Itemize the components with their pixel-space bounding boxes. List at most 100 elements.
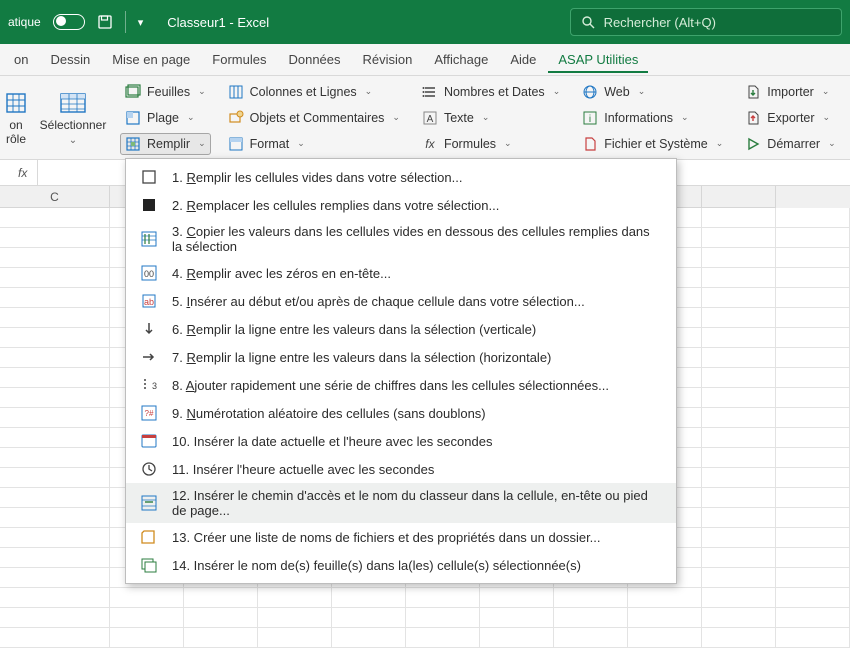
cell[interactable] (776, 288, 850, 308)
cell[interactable] (0, 488, 110, 508)
menu-item-7[interactable]: 7. Remplir la ligne entre les valeurs da… (126, 343, 676, 371)
tab-3[interactable]: Formules (202, 46, 276, 73)
cell[interactable] (776, 548, 850, 568)
cell[interactable] (702, 428, 776, 448)
cell[interactable] (110, 608, 184, 628)
ribbon-colonnes[interactable]: Colonnes et Lignes⌄ (223, 81, 405, 103)
cell[interactable] (702, 508, 776, 528)
cell[interactable] (776, 528, 850, 548)
ribbon-format[interactable]: Format⌄ (223, 133, 405, 155)
cell[interactable] (0, 208, 110, 228)
cell[interactable] (628, 588, 702, 608)
cell[interactable] (0, 348, 110, 368)
menu-item-9[interactable]: ?#9. Numérotation aléatoire des cellules… (126, 399, 676, 427)
cell[interactable] (258, 628, 332, 648)
cell[interactable] (702, 448, 776, 468)
menu-item-8[interactable]: 38. Ajouter rapidement une série de chif… (126, 371, 676, 399)
cell[interactable] (702, 268, 776, 288)
ribbon-objets[interactable]: Objets et Commentaires⌄ (223, 107, 405, 129)
cell[interactable] (702, 548, 776, 568)
cell[interactable] (0, 588, 110, 608)
cell[interactable] (554, 628, 628, 648)
menu-item-4[interactable]: 004. Remplir avec les zéros en en-tête..… (126, 259, 676, 287)
cell[interactable] (776, 468, 850, 488)
cell[interactable] (554, 608, 628, 628)
cell[interactable] (702, 408, 776, 428)
menu-item-5[interactable]: ab5. Insérer au début et/ou après de cha… (126, 287, 676, 315)
cell[interactable] (480, 588, 554, 608)
cell[interactable] (0, 428, 110, 448)
tab-0[interactable]: on (4, 46, 38, 73)
cell[interactable] (0, 248, 110, 268)
tab-1[interactable]: Dessin (40, 46, 100, 73)
cell[interactable] (258, 588, 332, 608)
menu-item-3[interactable]: 3. Copier les valeurs dans les cellules … (126, 219, 676, 259)
autosave-toggle[interactable] (53, 14, 85, 30)
cell[interactable] (702, 328, 776, 348)
cell[interactable] (702, 368, 776, 388)
cell[interactable] (0, 448, 110, 468)
ribbon-plage[interactable]: Plage⌄ (120, 107, 211, 129)
cell[interactable] (702, 248, 776, 268)
save-icon[interactable] (97, 14, 113, 30)
ribbon-big-1[interactable]: onrôle (0, 76, 32, 159)
cell[interactable] (702, 308, 776, 328)
column-header[interactable]: C (0, 186, 110, 208)
cell[interactable] (702, 528, 776, 548)
cell[interactable] (628, 628, 702, 648)
cell[interactable] (0, 268, 110, 288)
cell[interactable] (480, 628, 554, 648)
menu-item-13[interactable]: 13. Créer une liste de noms de fichiers … (126, 523, 676, 551)
cell[interactable] (776, 608, 850, 628)
tab-6[interactable]: Affichage (424, 46, 498, 73)
cell[interactable] (702, 568, 776, 588)
cell[interactable] (776, 208, 850, 228)
cell[interactable] (184, 608, 258, 628)
cell[interactable] (776, 488, 850, 508)
fx-label[interactable]: fx (8, 160, 38, 185)
cell[interactable] (184, 628, 258, 648)
cell[interactable] (110, 628, 184, 648)
cell[interactable] (702, 608, 776, 628)
cell[interactable] (0, 388, 110, 408)
cell[interactable] (0, 528, 110, 548)
ribbon-web[interactable]: Web⌄ (577, 81, 728, 103)
ribbon-big-select[interactable]: Sélectionner⌄ (32, 76, 114, 159)
cell[interactable] (702, 468, 776, 488)
ribbon-formules[interactable]: fxFormules⌄ (417, 133, 565, 155)
cell[interactable] (702, 628, 776, 648)
cell[interactable] (554, 588, 628, 608)
cell[interactable] (332, 608, 406, 628)
cell[interactable] (0, 608, 110, 628)
cell[interactable] (776, 568, 850, 588)
cell[interactable] (184, 588, 258, 608)
cell[interactable] (702, 388, 776, 408)
cell[interactable] (0, 568, 110, 588)
tab-2[interactable]: Mise en page (102, 46, 200, 73)
cell[interactable] (776, 348, 850, 368)
cell[interactable] (406, 588, 480, 608)
search-input[interactable] (604, 15, 831, 30)
menu-item-10[interactable]: 10. Insérer la date actuelle et l'heure … (126, 427, 676, 455)
cell[interactable] (406, 608, 480, 628)
cell[interactable] (480, 608, 554, 628)
cell[interactable] (776, 368, 850, 388)
cell[interactable] (0, 408, 110, 428)
cell[interactable] (0, 368, 110, 388)
cell[interactable] (702, 288, 776, 308)
cell[interactable] (0, 308, 110, 328)
cell[interactable] (702, 228, 776, 248)
menu-item-14[interactable]: 14. Insérer le nom de(s) feuille(s) dans… (126, 551, 676, 579)
cell[interactable] (776, 388, 850, 408)
cell[interactable] (702, 348, 776, 368)
cell[interactable] (0, 288, 110, 308)
cell[interactable] (258, 608, 332, 628)
cell[interactable] (110, 588, 184, 608)
cell[interactable] (0, 328, 110, 348)
menu-item-2[interactable]: 2. Remplacer les cellules remplies dans … (126, 191, 676, 219)
qat-more-icon[interactable]: ▾ (138, 16, 144, 29)
tab-8[interactable]: ASAP Utilities (548, 46, 648, 73)
ribbon-nombres[interactable]: Nombres et Dates⌄ (417, 81, 565, 103)
ribbon-texte[interactable]: ATexte⌄ (417, 107, 565, 129)
cell[interactable] (332, 628, 406, 648)
